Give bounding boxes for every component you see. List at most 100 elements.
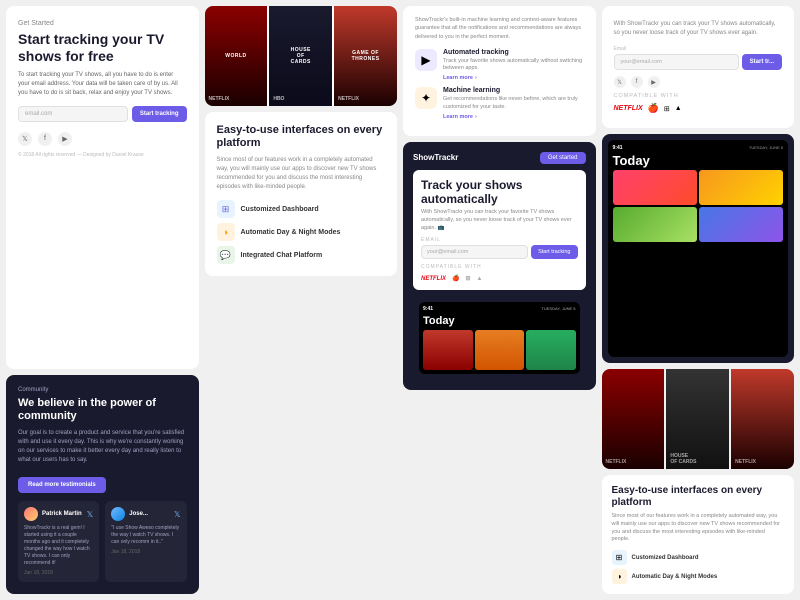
learn-more-automated[interactable]: Learn more › (443, 75, 584, 81)
compat-apple: 🍎 (648, 103, 659, 114)
sr-label-1: NETFLIX (606, 459, 627, 465)
right-facebook-icon[interactable]: f (631, 76, 643, 88)
learn-more-ml[interactable]: Learn more › (443, 114, 584, 120)
right-twitter-icon[interactable]: 𝕏 (614, 76, 626, 88)
column-4: With ShowTrackr you can track your TV sh… (602, 6, 795, 594)
testimonial-date-1: Jan 18, 2018 (24, 570, 93, 576)
features-right-list: ⊞ Customized Dashboard ◑ Automatic Day &… (612, 550, 785, 584)
mobile-email-label: Email (421, 237, 578, 243)
shows-grid: WORLD NETFLIX HOUSEOFCARDS HBO GAME OFTH… (205, 6, 398, 106)
right-email-input[interactable]: your@email.com (614, 54, 739, 70)
testimonial-1: Patrick Martin 𝕏 ShowTrackr is a real ge… (18, 501, 99, 582)
email-cta-row: email.com Start tracking (18, 106, 187, 122)
phone-show-2 (475, 330, 525, 370)
phone-col-section: 9:41 TUESDAY, JUNE 5 Today (602, 134, 795, 363)
ml-icon: ✦ (415, 87, 437, 109)
platforms-section: Easy-to-use interfaces on every platform… (205, 112, 398, 276)
sr-show-2: HOUSEOF CARDS (666, 369, 729, 469)
right-social-icons: 𝕏 f ▶ (614, 76, 783, 88)
windows-logo: ⊞ (465, 275, 470, 282)
testimonial-2: Jose... 𝕏 "I use Show Aweso completely t… (105, 501, 186, 582)
right-cta-button[interactable]: Start tr... (742, 54, 782, 70)
phone-date: TUESDAY, JUNE 5 (541, 306, 575, 312)
phone-show-1 (423, 330, 473, 370)
hero-right-desc: With ShowTrackr you can track your TV sh… (614, 20, 783, 38)
community-tag: Community (18, 387, 187, 393)
features-intro: ShowTrackr's built-in machine learning a… (415, 16, 584, 41)
mobile-cta-button[interactable]: Start tracking (531, 245, 577, 259)
ml-title: Machine learning (443, 87, 584, 94)
phone-status-bar: 9:41 TUESDAY, JUNE 5 (423, 306, 576, 312)
show-title-1: WORLD (225, 53, 246, 59)
mobile-email-input[interactable]: your@email.com (421, 245, 528, 259)
twitter-icon-1: 𝕏 (87, 510, 93, 519)
dashboard-icon: ⊞ (217, 200, 235, 218)
show-item-3: GAME OFTHRONES NETFLIX (334, 6, 397, 106)
hero-title: Start tracking your TV shows for free (18, 31, 187, 65)
hero-section: Get Started Start tracking your TV shows… (6, 6, 199, 369)
automated-icon: ▶ (415, 49, 437, 71)
start-tracking-button[interactable]: Start tracking (132, 106, 187, 122)
twitter-icon[interactable]: 𝕏 (18, 132, 32, 146)
facebook-icon[interactable]: f (38, 132, 52, 146)
col4-phone-grid (613, 170, 784, 242)
features-section: ShowTrackr's built-in machine learning a… (403, 6, 596, 136)
mobile-header: ShowTrackr Get started (413, 152, 586, 164)
mobile-get-started-button[interactable]: Get started (540, 152, 586, 164)
fr-dashboard: ⊞ Customized Dashboard (612, 550, 785, 565)
compat-netflix: NETFLIX (614, 105, 643, 112)
twitter-icon-2: 𝕏 (174, 510, 180, 519)
synology-logo: ▲ (477, 276, 483, 282)
mobile-section: ShowTrackr Get started Track your shows … (403, 142, 596, 391)
fr-nightmode: ◑ Automatic Day & Night Modes (612, 569, 785, 584)
apple-logo: 🍎 (452, 275, 459, 282)
platforms-right-title: Easy-to-use interfaces on every platform (612, 485, 785, 509)
testimonial-name-1: Patrick Martin (42, 511, 82, 517)
phone-thumb-1 (613, 170, 697, 205)
feature-label-chat: Integrated Chat Platform (241, 252, 323, 259)
mobile-email-row: your@email.com Start tracking (421, 245, 578, 259)
right-youtube-icon[interactable]: ▶ (648, 76, 660, 88)
show-item-1: WORLD NETFLIX (205, 6, 268, 106)
compat-label: COMPATIBLE WITH (614, 93, 783, 99)
feature-chat: 💬 Integrated Chat Platform (217, 246, 386, 264)
hero-desc: To start tracking your TV shows, all you… (18, 71, 187, 98)
fr-nightmode-icon: ◑ (612, 569, 627, 584)
show-title-3: GAME OFTHRONES (352, 50, 380, 62)
phone-time: 9:41 (423, 306, 433, 312)
shows-right: NETFLIX HOUSEOF CARDS NETFLIX (602, 369, 795, 469)
email-label: Email (614, 46, 783, 52)
mobile-hero-desc: With ShowTrackr you can track your favor… (421, 209, 578, 232)
automated-desc: Track your favorite shows automatically … (443, 58, 584, 73)
feature-ml: ✦ Machine learning Get recommendations l… (415, 87, 584, 119)
phone-show-3 (526, 330, 576, 370)
feature-nightmode: ◑ Automatic Day & Night Modes (217, 223, 386, 241)
hero-right-section: With ShowTrackr you can track your TV sh… (602, 6, 795, 128)
feature-dashboard: ⊞ Customized Dashboard (217, 200, 386, 218)
feature-label-dashboard: Customized Dashboard (241, 206, 319, 213)
ml-desc: Get recommendations like never before, w… (443, 96, 584, 111)
compat-synology: ▲ (675, 105, 682, 112)
chat-icon: 💬 (217, 246, 235, 264)
avatar-2 (111, 507, 125, 521)
show-item-2: HOUSEOFCARDS HBO (269, 6, 332, 106)
email-input[interactable]: email.com (18, 106, 128, 122)
mobile-compat-label: COMPATIBLE WITH (421, 264, 578, 270)
phone-thumb-2 (699, 170, 783, 205)
column-2: WORLD NETFLIX HOUSEOFCARDS HBO GAME OFTH… (205, 6, 398, 594)
testimonial-text-1: ShowTrackr is a real gem! I started usin… (24, 525, 93, 567)
testimonials-button[interactable]: Read more testimonials (18, 477, 106, 493)
youtube-icon[interactable]: ▶ (58, 132, 72, 146)
sr-label-3: NETFLIX (735, 459, 756, 465)
sr-show-1: NETFLIX (602, 369, 665, 469)
fr-dashboard-icon: ⊞ (612, 550, 627, 565)
social-icons-row: 𝕏 f ▶ (18, 132, 187, 146)
platforms-title: Easy-to-use interfaces on every platform (217, 124, 386, 150)
community-title: We believe in the power of community (18, 397, 187, 423)
testimonials-strip: Patrick Martin 𝕏 ShowTrackr is a real ge… (18, 501, 187, 582)
avatar-1 (24, 507, 38, 521)
platforms-right-desc: Since most of our features work in a com… (612, 513, 785, 544)
col4-phone-time: 9:41 (613, 145, 623, 151)
col4-phone-today: Today (613, 153, 784, 168)
phone-mockup: 9:41 TUESDAY, JUNE 5 Today (413, 296, 586, 380)
